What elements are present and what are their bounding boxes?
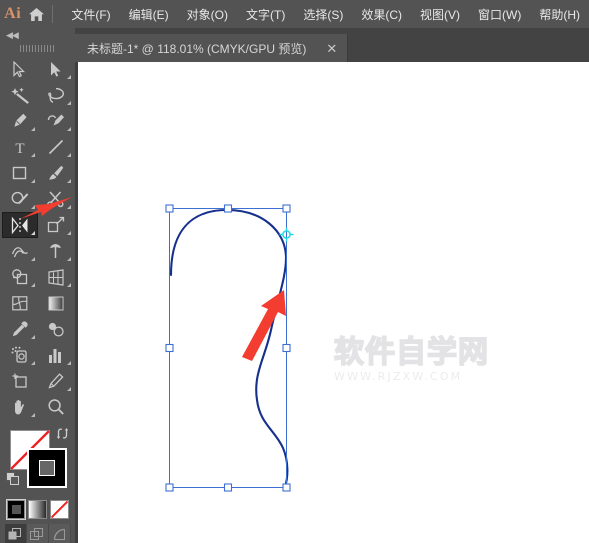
canvas-area[interactable]: 软件自学网 WWW.RJZXW.COM [75,62,589,543]
illustrator-window: Ai 文件(F) 编辑(E) 对象(O) 文字(T) 选择(S) 效果(C) 视… [0,0,589,543]
tool-group-indicator [66,153,71,157]
selection-bounding-box [165,204,291,492]
tool-group-indicator [66,75,71,79]
swap-fill-stroke-icon[interactable] [56,427,69,443]
column-graph-tool[interactable] [38,342,74,368]
panel-drag-handle[interactable] [0,42,75,54]
tool-group-indicator [30,413,35,417]
tool-group-indicator [66,387,71,391]
red-annotation-arrow [242,290,286,361]
width-tool[interactable] [2,238,38,264]
draw-behind-button[interactable] [26,524,49,543]
app-logo: Ai [4,5,22,22]
bezier-path [169,208,289,489]
blend-tool[interactable] [38,316,74,342]
tool-group-indicator [30,361,35,365]
type-tool[interactable]: T [2,134,38,160]
gradient-tool[interactable] [38,290,74,316]
default-fill-stroke-icon[interactable] [6,472,20,486]
direct-selection-tool[interactable] [38,56,74,82]
tool-group-indicator [66,361,71,365]
draw-mode-row [4,524,71,543]
hand-tool[interactable] [2,394,38,420]
tool-grid: T [0,54,75,420]
pen-tool[interactable] [2,108,38,134]
rectangle-tool[interactable] [2,160,38,186]
document-tab[interactable]: 未标题-1* @ 118.01% (CMYK/GPU 预览) ✕ [75,34,349,62]
magic-wand-tool[interactable] [2,82,38,108]
shape-builder-tool[interactable] [2,264,38,290]
artwork-layer [165,204,294,492]
tool-group-indicator [30,179,35,183]
collapse-panel-icon[interactable]: ◀◀ [0,28,75,42]
tools-panel: ◀◀ T [0,28,75,543]
tool-group-indicator [66,179,71,183]
tool-group-indicator [30,335,35,339]
document-tab-title: 未标题-1* @ 118.01% (CMYK/GPU 预览) [87,41,307,56]
artboard-tool[interactable] [2,368,38,394]
perspective-grid-tool[interactable] [38,264,74,290]
tool-group-indicator [66,127,71,131]
home-icon[interactable] [25,0,47,28]
menu-bar: Ai 文件(F) 编辑(E) 对象(O) 文字(T) 选择(S) 效果(C) 视… [0,0,589,28]
selection-tool[interactable] [2,56,38,82]
svg-text:T: T [15,141,24,156]
tool-group-indicator [66,101,71,105]
tool-group-indicator [30,127,35,131]
gradient-mode-button[interactable] [28,500,47,519]
stroke-swatch[interactable] [27,448,67,488]
menu-item-edit[interactable]: 编辑(E) [120,2,178,27]
menu-item-effect[interactable]: 效果(C) [352,2,411,27]
red-annotation-arrow-toolbar [20,197,72,219]
eyedropper-tool[interactable] [2,316,38,342]
lasso-tool[interactable] [38,82,74,108]
tool-group-indicator [66,283,71,287]
paintbrush-tool[interactable] [38,160,74,186]
menu-item-window[interactable]: 窗口(W) [469,2,530,27]
curvature-tool[interactable] [38,108,74,134]
none-mode-button[interactable] [49,500,69,519]
close-icon[interactable]: ✕ [320,42,343,55]
slice-tool[interactable] [38,368,74,394]
stroke-swatch-inner [39,460,55,476]
menu-item-file[interactable]: 文件(F) [62,2,119,27]
draw-normal-button[interactable] [4,524,26,543]
tool-group-indicator [30,153,35,157]
menu-item-select[interactable]: 选择(S) [294,2,352,27]
line-segment-tool[interactable] [38,134,74,160]
color-mode-button[interactable] [5,499,27,520]
mesh-tool[interactable] [2,290,38,316]
menu-item-type[interactable]: 文字(T) [237,2,294,27]
menu-item-object[interactable]: 对象(O) [178,2,237,27]
tool-group-indicator [30,283,35,287]
menu-separator [51,5,53,23]
menu-item-view[interactable]: 视图(V) [411,2,469,27]
symbol-sprayer-tool[interactable] [2,342,38,368]
draw-inside-button[interactable] [49,524,71,543]
menu-item-help[interactable]: 帮助(H) [530,2,589,27]
color-mode-row [5,499,69,520]
tool-group-indicator [30,257,35,261]
zoom-tool[interactable] [38,394,74,420]
menu-item-list: 文件(F) 编辑(E) 对象(O) 文字(T) 选择(S) 效果(C) 视图(V… [62,2,589,27]
tool-group-indicator [66,257,71,261]
puppet-warp-tool[interactable] [38,238,74,264]
fill-stroke-controls [0,424,75,496]
document-tab-bar: 未标题-1* @ 118.01% (CMYK/GPU 预览) ✕ [75,28,589,62]
